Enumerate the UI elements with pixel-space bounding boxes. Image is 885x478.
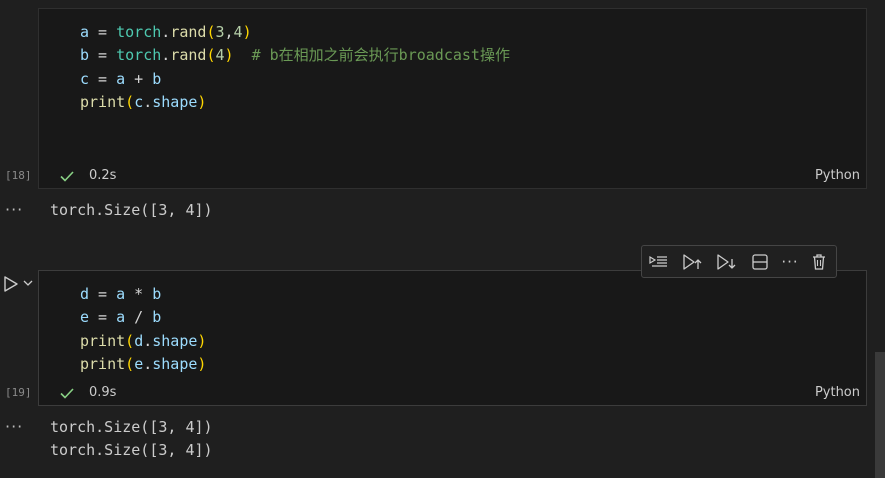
code-line[interactable]: d = a * b: [80, 283, 206, 306]
code-token: =: [89, 285, 117, 303]
code-token: .: [143, 92, 153, 111]
execute-below-button[interactable]: [715, 252, 737, 272]
code-token: a: [116, 69, 126, 88]
code-cell-18[interactable]: a = torch.rand(3,4) b = torch.rand(4) # b…: [38, 8, 867, 189]
code-token: =: [89, 23, 117, 41]
code-token: e: [134, 354, 144, 373]
output-line: torch.Size([3, 4]): [50, 418, 213, 436]
code-token: c: [134, 92, 144, 111]
run-by-line-button[interactable]: [648, 252, 670, 272]
code-token: *: [125, 285, 153, 303]
code-token: shape: [152, 92, 198, 111]
code-token: (: [125, 92, 135, 111]
code-editor[interactable]: a = torch.rand(3,4) b = torch.rand(4) # b…: [80, 21, 510, 114]
check-icon: [60, 388, 74, 399]
vertical-scrollbar[interactable]: [875, 352, 885, 478]
code-token: b: [152, 69, 162, 88]
code-token: ): [197, 92, 207, 111]
split-cell-button[interactable]: [749, 252, 771, 272]
code-token: +: [125, 69, 153, 88]
execution-time: 0.9s: [89, 385, 117, 400]
code-token: e: [80, 308, 90, 327]
code-token: =: [89, 69, 117, 88]
split-cell-icon: [752, 254, 768, 270]
code-token: 4: [215, 46, 225, 65]
code-token: .: [161, 23, 171, 41]
code-token: d: [134, 331, 144, 350]
execution-count: [18]: [5, 169, 32, 182]
more-actions-button[interactable]: ···: [779, 252, 801, 272]
more-icon: ···: [781, 253, 799, 271]
code-line[interactable]: print(d.shape): [80, 330, 206, 353]
code-token: b: [80, 46, 90, 65]
code-token: print: [80, 354, 126, 373]
code-token: 3: [215, 23, 225, 41]
code-token: c: [80, 69, 90, 88]
code-token: 4: [233, 23, 243, 41]
execute-above-button[interactable]: [681, 252, 703, 272]
chevron-down-icon[interactable]: [22, 277, 34, 289]
language-selector[interactable]: Python: [815, 385, 860, 400]
cell-toolbar: ···: [641, 245, 837, 278]
code-token: torch: [116, 46, 162, 65]
code-token: (: [125, 331, 135, 350]
code-token: shape: [152, 331, 198, 350]
code-token: print: [80, 331, 126, 350]
check-icon: [60, 171, 74, 182]
execution-time: 0.2s: [89, 168, 117, 183]
code-token: ,: [224, 23, 234, 41]
code-token: b: [152, 308, 162, 327]
code-line[interactable]: print(e.shape): [80, 353, 206, 376]
execute-below-icon: [717, 254, 736, 270]
code-token: rand: [170, 23, 207, 41]
delete-cell-button[interactable]: [808, 252, 830, 272]
code-token: a: [80, 23, 90, 41]
code-token: .: [143, 354, 153, 373]
code-line[interactable]: b = torch.rand(4) # b在相加之前会执行broadcast操作: [80, 44, 510, 67]
code-token: rand: [170, 46, 207, 65]
run-cell-icon[interactable]: [2, 275, 20, 293]
run-by-line-icon: [649, 255, 667, 267]
code-token: print: [80, 92, 126, 111]
output-more-icon[interactable]: ···: [5, 200, 23, 219]
code-line[interactable]: print(c.shape): [80, 91, 510, 114]
code-token: /: [125, 308, 153, 327]
code-token: a: [116, 285, 126, 303]
execute-above-icon: [683, 254, 702, 270]
code-token: torch: [116, 23, 162, 41]
output-line: torch.Size([3, 4]): [50, 441, 213, 459]
execution-count: [19]: [5, 386, 32, 399]
code-cell-19[interactable]: d = a * be = a / b print(d.shape) print(e.…: [38, 270, 867, 406]
code-token: =: [89, 46, 117, 65]
output-line: torch.Size([3, 4]): [50, 201, 213, 219]
trash-icon: [813, 254, 825, 270]
code-editor[interactable]: d = a * be = a / b print(d.shape) print(e.…: [80, 283, 206, 376]
code-line[interactable]: a = torch.rand(3,4): [80, 21, 510, 44]
code-token: ): [224, 46, 234, 65]
code-token: .: [143, 331, 153, 350]
code-token: ): [197, 331, 207, 350]
language-selector[interactable]: Python: [815, 168, 860, 183]
code-comment: # b在相加之前会执行broadcast操作: [251, 46, 510, 65]
code-line[interactable]: c = a + b: [80, 68, 510, 91]
code-token: shape: [152, 354, 198, 373]
output-more-icon[interactable]: ···: [5, 417, 23, 436]
code-token: a: [116, 308, 126, 327]
code-token: d: [80, 285, 90, 303]
code-token: =: [89, 308, 117, 327]
code-token: ): [242, 23, 252, 41]
code-token: ): [197, 354, 207, 373]
code-token: (: [125, 354, 135, 373]
code-line[interactable]: e = a / b: [80, 306, 206, 329]
code-token: .: [161, 46, 171, 65]
code-token: b: [152, 285, 162, 303]
